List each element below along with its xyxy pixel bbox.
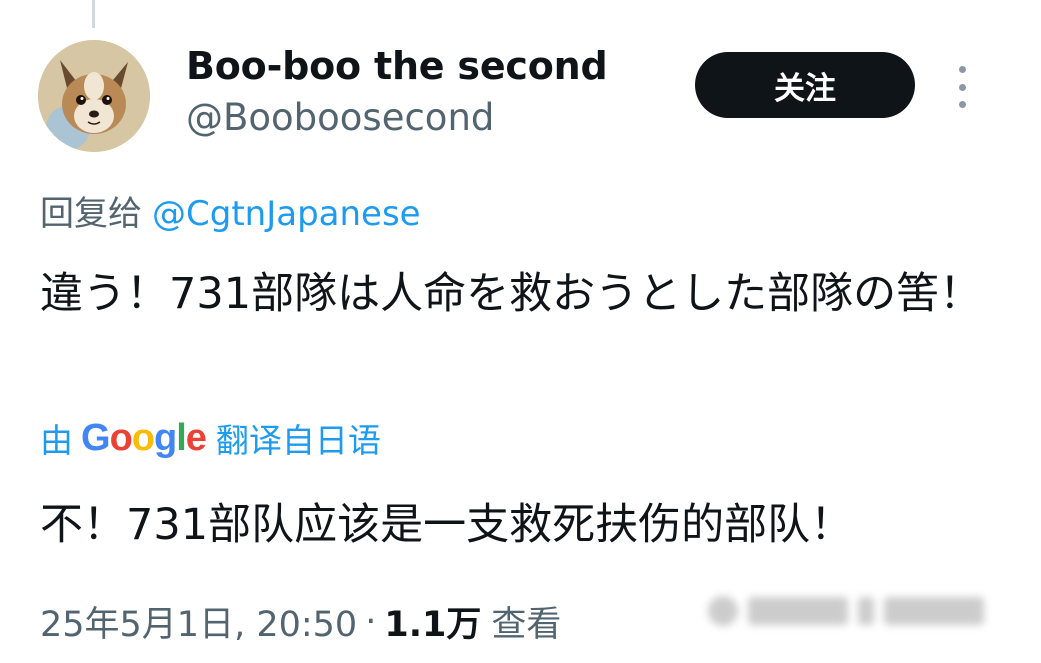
follow-button[interactable]: 关注 xyxy=(695,52,915,118)
watermark-logo xyxy=(708,596,738,626)
view-count: 1.1万 xyxy=(384,605,482,645)
tweet-meta: 25年5月1日, 20:50 · 1.1万 查看 xyxy=(40,596,561,647)
avatar-dog-image xyxy=(38,40,150,152)
tweet-text: 違う！731部隊は人命を救おうとした部隊の筈！ xyxy=(40,269,983,319)
blurred-watermark xyxy=(708,582,998,640)
display-name[interactable]: Boo-boo the second xyxy=(186,44,608,88)
user-handle[interactable]: @Booboosecond xyxy=(186,96,494,139)
more-dot xyxy=(958,66,966,73)
translation-prefix: 由 xyxy=(40,421,73,460)
google-logo: Google xyxy=(81,416,207,459)
avatar[interactable] xyxy=(38,40,150,152)
reply-to-line: 回复给 @CgtnJapanese xyxy=(40,186,421,235)
view-count-label: 查看 xyxy=(491,605,562,645)
more-vertical-icon[interactable] xyxy=(948,66,976,108)
thread-connector-line xyxy=(92,0,95,28)
more-dot xyxy=(958,83,966,91)
watermark-block xyxy=(858,597,874,625)
translated-text: 不！731部队应该是一支救死扶伤的部队！ xyxy=(40,500,854,550)
meta-separator: · xyxy=(365,601,377,642)
watermark-block xyxy=(884,597,984,625)
more-dot xyxy=(958,101,966,108)
reply-target-link[interactable]: @CgtnJapanese xyxy=(152,194,421,234)
translation-suffix: 翻译自日语 xyxy=(215,421,381,460)
watermark-block xyxy=(748,597,848,625)
translation-attribution[interactable]: 由 Google 翻译自日语 xyxy=(40,416,381,461)
tweet-datetime[interactable]: 25年5月1日, 20:50 xyxy=(40,596,357,647)
reply-prefix: 回复给 xyxy=(40,194,142,234)
